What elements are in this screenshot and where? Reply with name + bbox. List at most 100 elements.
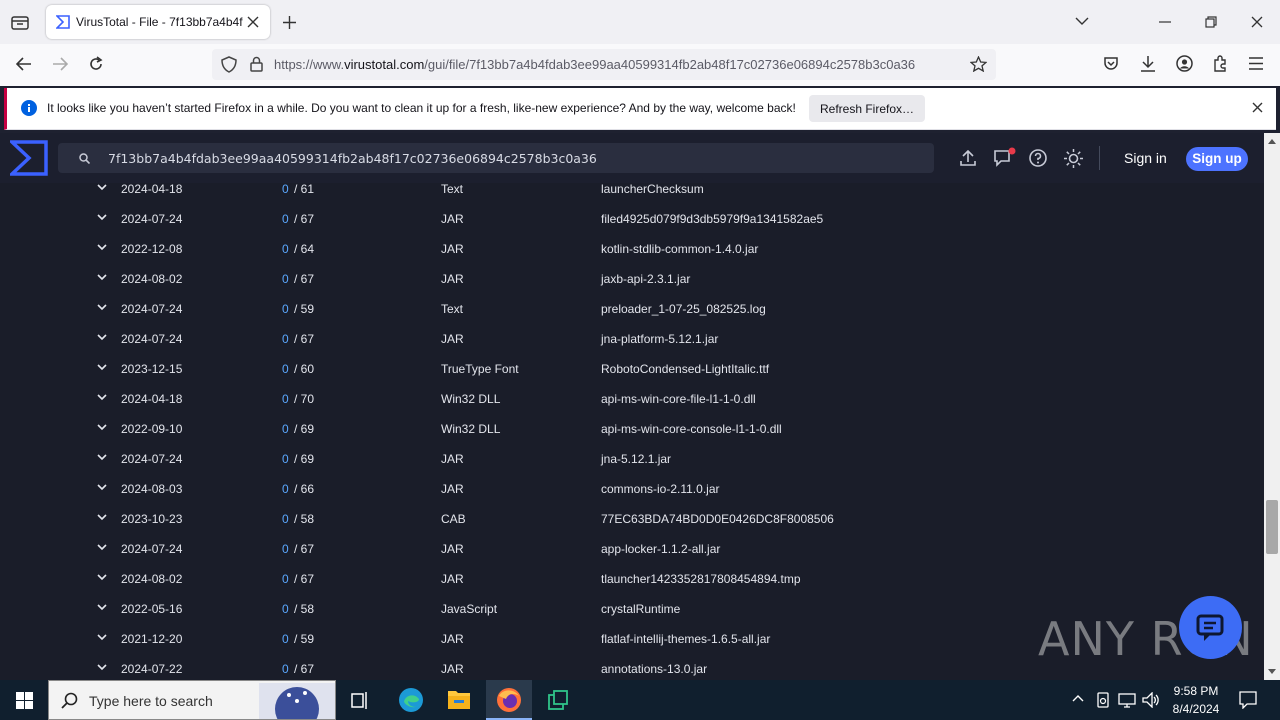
theme-toggle-sun-icon[interactable] <box>1064 149 1083 168</box>
downloads-icon[interactable] <box>1140 55 1156 72</box>
table-row[interactable]: 2024-07-24 0 / 67 JAR filed4925d079f9d3db597… <box>0 203 1264 233</box>
expand-chevron-icon[interactable] <box>96 391 108 403</box>
table-row[interactable]: 2023-12-15 0 / 60 TrueType Font RobotoConden… <box>0 353 1264 383</box>
table-row[interactable]: 2024-07-24 0 / 67 JAR app-locker-1.1.2-all.j… <box>0 533 1264 563</box>
show-hidden-icons-icon[interactable] <box>1072 694 1084 702</box>
file-name[interactable]: kotlin-stdlib-common-1.4.0.jar <box>601 242 758 256</box>
file-name[interactable]: tlauncher1423352817808454894.tmp <box>601 572 801 586</box>
expand-chevron-icon[interactable] <box>96 571 108 583</box>
file-name[interactable]: commons-io-2.11.0.jar <box>601 482 720 496</box>
virustotal-logo-icon[interactable] <box>10 140 48 176</box>
chat-support-button[interactable] <box>1179 596 1242 659</box>
clock-date[interactable]: 8/4/2024 <box>1168 702 1224 716</box>
page-scrollbar[interactable] <box>1264 133 1280 680</box>
file-name[interactable]: annotations-13.0.jar <box>601 662 707 676</box>
table-row[interactable]: 2024-08-03 0 / 66 JAR commons-io-2.11.0.jar <box>0 473 1264 503</box>
taskbar-search-box[interactable]: Type here to search <box>48 680 336 720</box>
back-arrow-icon[interactable] <box>16 57 32 71</box>
forward-arrow-icon[interactable] <box>52 57 68 71</box>
taskbar-firefox-active[interactable] <box>486 680 532 720</box>
clock-time[interactable]: 9:58 PM <box>1172 684 1220 698</box>
table-row[interactable]: 2024-07-24 0 / 67 JAR jna-platform-5.12.1.ja… <box>0 323 1264 353</box>
file-name[interactable]: launcherChecksum <box>601 183 704 196</box>
firefox-icon <box>497 688 521 712</box>
app-window-icon[interactable] <box>547 689 569 711</box>
table-row[interactable]: 2023-10-23 0 / 58 CAB 77EC63BDA74BD0D0E0426D… <box>0 503 1264 533</box>
close-tab-icon[interactable] <box>247 16 259 28</box>
lock-icon[interactable] <box>250 56 263 72</box>
expand-chevron-icon[interactable] <box>96 301 108 313</box>
minimize-icon[interactable] <box>1159 21 1171 23</box>
close-window-icon[interactable] <box>1251 16 1263 28</box>
scrollbar-thumb[interactable] <box>1266 500 1278 554</box>
extensions-icon[interactable] <box>1212 55 1229 72</box>
scanned-date: 2024-07-24 <box>121 542 183 556</box>
pocket-icon[interactable] <box>1103 56 1119 72</box>
edge-browser-icon[interactable] <box>398 687 424 713</box>
table-row[interactable]: 2024-07-24 0 / 59 Text preloader_1-07-25_082… <box>0 293 1264 323</box>
scroll-down-icon[interactable] <box>1268 669 1276 675</box>
account-icon[interactable] <box>1176 55 1193 72</box>
expand-chevron-icon[interactable] <box>96 421 108 433</box>
hamburger-menu-icon[interactable] <box>1249 57 1263 70</box>
file-name[interactable]: preloader_1-07-25_082525.log <box>601 302 766 316</box>
file-name[interactable]: RobotoCondensed-LightItalic.ttf <box>601 362 769 376</box>
reload-icon[interactable] <box>88 56 104 72</box>
file-name[interactable]: crystalRuntime <box>601 602 680 616</box>
url-text[interactable]: https://www.virustotal.com/gui/file/7f13… <box>274 57 964 72</box>
expand-chevron-icon[interactable] <box>96 511 108 523</box>
expand-chevron-icon[interactable] <box>96 661 108 673</box>
file-name[interactable]: jaxb-api-2.3.1.jar <box>601 272 690 286</box>
expand-chevron-icon[interactable] <box>96 241 108 253</box>
file-name[interactable]: filed4925d079f9d3db5979f9a1341582ae5 <box>601 212 823 226</box>
table-row[interactable]: 2022-12-08 0 / 64 JAR kotlin-stdlib-common-1… <box>0 233 1264 263</box>
volume-icon[interactable] <box>1142 692 1160 708</box>
file-name[interactable]: 77EC63BDA74BD0D0E0426DC8F8008506 <box>601 512 834 526</box>
expand-chevron-icon[interactable] <box>96 631 108 643</box>
expand-chevron-icon[interactable] <box>96 331 108 343</box>
help-icon[interactable] <box>1029 149 1047 167</box>
table-row[interactable]: 2024-04-18 0 / 61 Text launcherChecksum <box>0 183 1264 203</box>
expand-chevron-icon[interactable] <box>96 271 108 283</box>
file-name[interactable]: app-locker-1.1.2-all.jar <box>601 542 720 556</box>
address-bar[interactable]: https://www.virustotal.com/gui/file/7f13… <box>212 49 996 80</box>
refresh-firefox-button[interactable]: Refresh Firefox… <box>809 95 925 122</box>
table-row[interactable]: 2024-04-18 0 / 70 Win32 DLL api-ms-win-core-… <box>0 383 1264 413</box>
scroll-up-icon[interactable] <box>1268 138 1276 144</box>
windows-start-icon[interactable] <box>16 692 33 709</box>
sign-in-link[interactable]: Sign in <box>1124 150 1167 166</box>
table-row[interactable]: 2024-07-24 0 / 69 JAR jna-5.12.1.jar <box>0 443 1264 473</box>
network-icon[interactable] <box>1118 692 1136 708</box>
tab-list-icon[interactable] <box>11 14 29 30</box>
expand-chevron-icon[interactable] <box>96 541 108 553</box>
file-name[interactable]: flatlaf-intellij-themes-1.6.5-all.jar <box>601 632 770 646</box>
table-row[interactable]: 2024-08-02 0 / 67 JAR jaxb-api-2.3.1.jar <box>0 263 1264 293</box>
tracking-shield-icon[interactable] <box>221 56 237 73</box>
sign-up-button[interactable]: Sign up <box>1186 147 1248 171</box>
new-tab-icon[interactable] <box>283 16 296 29</box>
file-name[interactable]: api-ms-win-core-file-l1-1-0.dll <box>601 392 756 406</box>
upload-icon[interactable] <box>960 150 976 166</box>
expand-chevron-icon[interactable] <box>96 211 108 223</box>
restore-icon[interactable] <box>1205 16 1217 28</box>
task-view-icon[interactable] <box>351 691 370 710</box>
vt-search-input[interactable]: 7f13bb7a4b4fdab3ee99aa40599314fb2ab48f17… <box>58 143 934 173</box>
file-explorer-icon[interactable] <box>447 688 471 710</box>
table-row[interactable]: 2022-09-10 0 / 69 Win32 DLL api-ms-win-core-… <box>0 413 1264 443</box>
expand-chevron-icon[interactable] <box>96 361 108 373</box>
bookmark-star-icon[interactable] <box>970 56 987 72</box>
table-row[interactable]: 2024-08-02 0 / 67 JAR tlauncher1423352817808… <box>0 563 1264 593</box>
close-notification-icon[interactable] <box>1252 102 1263 113</box>
list-all-tabs-icon[interactable] <box>1075 17 1089 26</box>
expand-chevron-icon[interactable] <box>96 451 108 463</box>
expand-chevron-icon[interactable] <box>96 481 108 493</box>
file-name[interactable]: jna-platform-5.12.1.jar <box>601 332 718 346</box>
expand-chevron-icon[interactable] <box>96 183 108 193</box>
device-icon[interactable] <box>1096 692 1110 708</box>
expand-chevron-icon[interactable] <box>96 601 108 613</box>
file-name[interactable]: api-ms-win-core-console-l1-1-0.dll <box>601 422 782 436</box>
file-name[interactable]: jna-5.12.1.jar <box>601 452 671 466</box>
browser-tab-virustotal[interactable]: VirusTotal - File - 7f13bb7a4b4f <box>46 5 270 39</box>
notifications-icon[interactable] <box>1239 691 1257 709</box>
community-chat-icon[interactable] <box>993 147 1017 167</box>
